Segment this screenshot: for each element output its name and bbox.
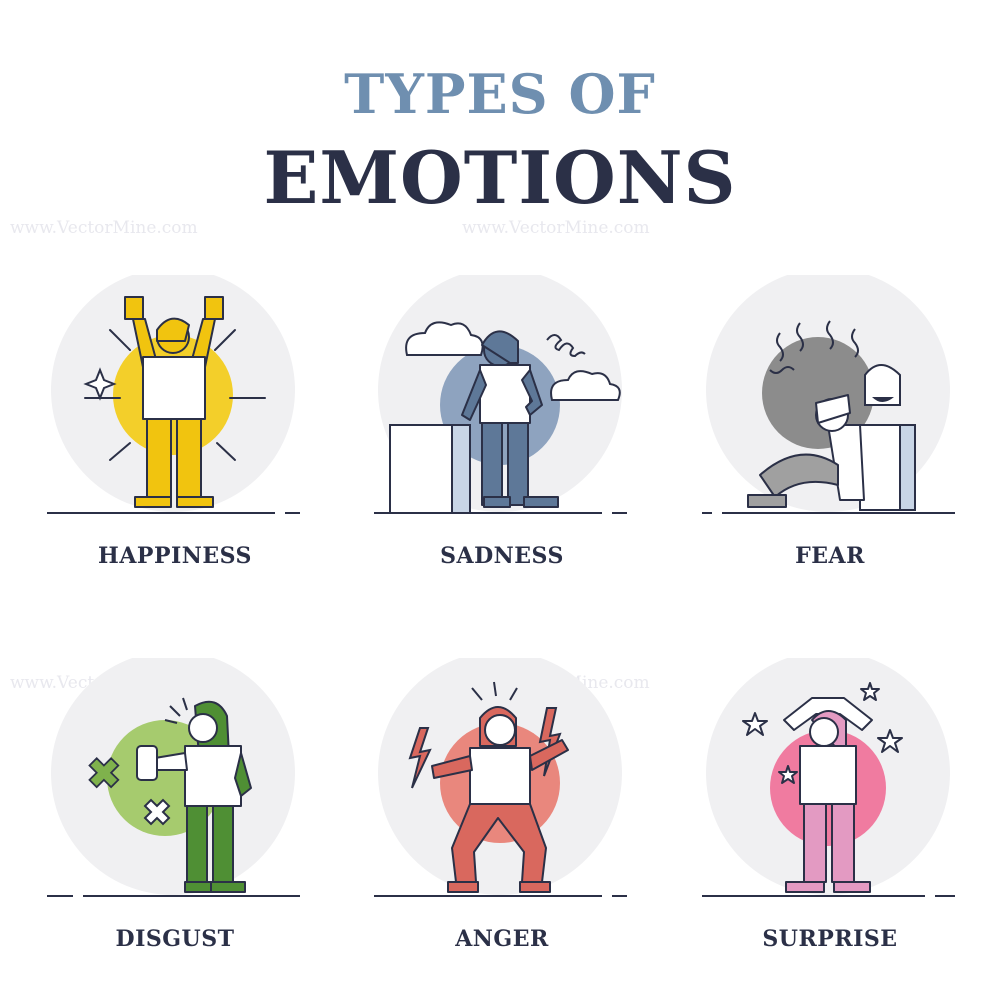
title-line-1: TYPES OF bbox=[344, 62, 656, 126]
emotion-card-happiness: HAPPINESS bbox=[45, 275, 305, 569]
sadness-illustration-icon bbox=[374, 275, 627, 514]
emotion-label-disgust: DISGUST bbox=[115, 926, 235, 952]
emotion-label-fear: FEAR bbox=[795, 543, 865, 569]
fear-illustration-icon bbox=[702, 275, 955, 514]
emotion-label-surprise: SURPRISE bbox=[762, 926, 898, 952]
emotion-card-fear: FEAR bbox=[700, 275, 960, 569]
surprise-illustration-icon bbox=[702, 658, 955, 897]
emotion-card-disgust: DISGUST bbox=[45, 658, 305, 952]
watermark-left: www.VectorMine.com bbox=[10, 218, 198, 238]
emotion-card-sadness: SADNESS bbox=[372, 275, 632, 569]
emotion-label-anger: ANGER bbox=[455, 926, 549, 952]
watermark-center: www.VectorMine.com bbox=[462, 218, 650, 238]
emotion-label-sadness: SADNESS bbox=[440, 543, 564, 569]
happiness-illustration-icon bbox=[47, 275, 300, 514]
anger-illustration-icon bbox=[374, 658, 627, 897]
emotion-label-happiness: HAPPINESS bbox=[98, 543, 252, 569]
emotion-card-surprise: SURPRISE bbox=[700, 658, 960, 952]
title-line-2: EMOTIONS bbox=[263, 135, 737, 220]
disgust-illustration-icon bbox=[47, 658, 300, 897]
emotion-card-anger: ANGER bbox=[372, 658, 632, 952]
